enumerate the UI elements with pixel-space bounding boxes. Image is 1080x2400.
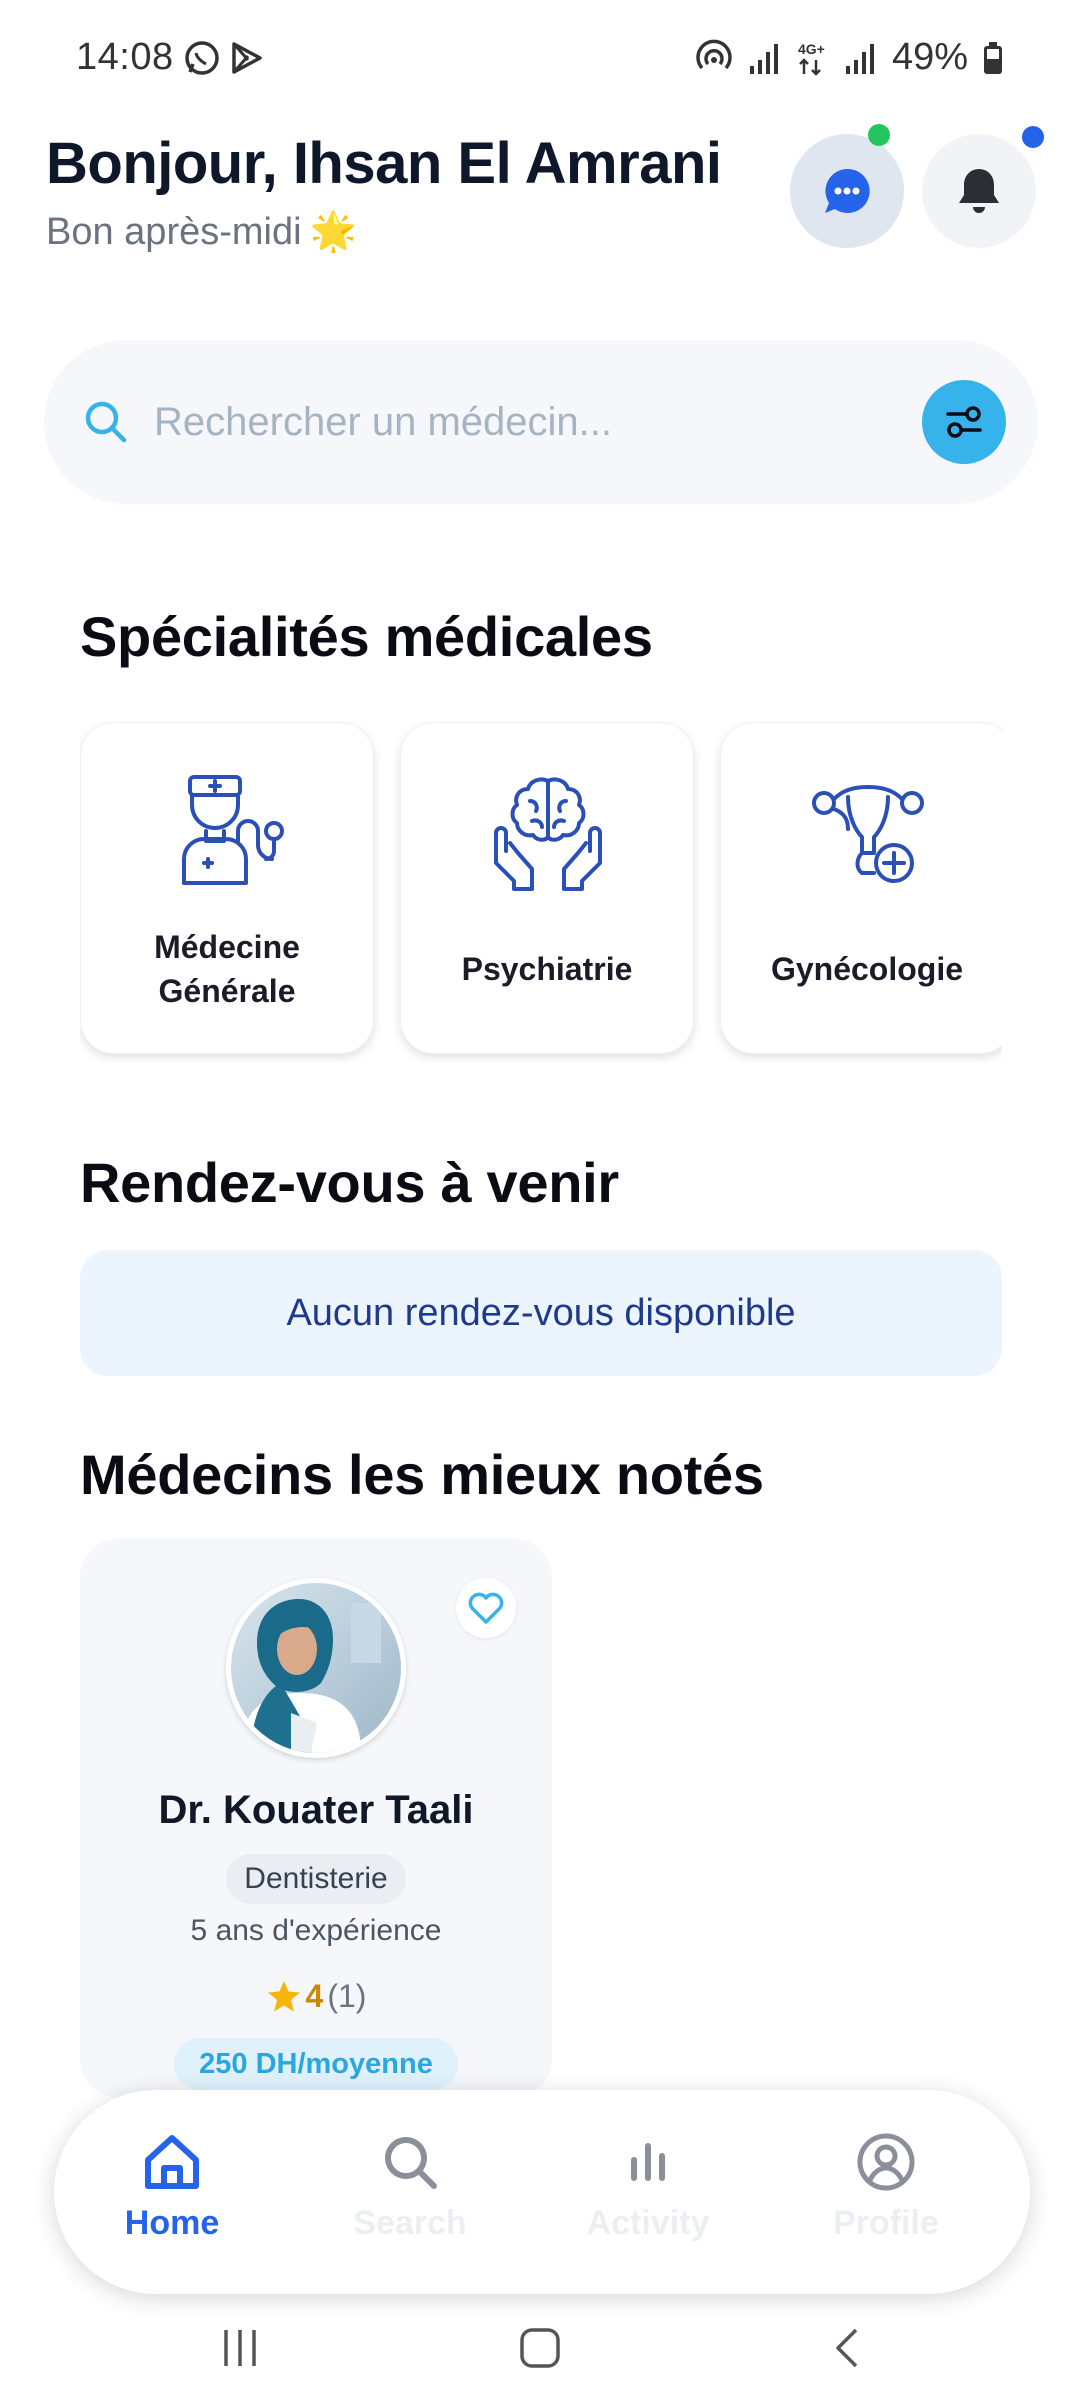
nav-label: Search	[353, 2204, 467, 2242]
nav-profile[interactable]: Profile	[796, 2130, 976, 2270]
signal-icon	[845, 43, 874, 74]
nav-label: Home	[124, 2204, 220, 2242]
play-store-icon	[232, 42, 262, 74]
specialty-card-general[interactable]: Médecine Générale	[80, 722, 374, 1054]
brain-hands-icon	[494, 777, 602, 891]
specialties-title: Spécialités médicales	[80, 605, 653, 668]
heart-icon	[468, 1592, 504, 1624]
doctor-experience: 5 ans d'expérience	[190, 1914, 442, 1947]
favorite-button[interactable]	[456, 1578, 516, 1638]
subgreeting-text: Bon après-midi	[46, 210, 302, 253]
svg-text:4G+: 4G+	[798, 41, 825, 57]
online-status-dot	[868, 124, 890, 146]
doctor-specialty-badge: Dentisterie	[226, 1854, 406, 1904]
specialty-label: Psychiatrie	[461, 951, 633, 987]
doctor-price-badge: 250 DH/moyenne	[174, 2038, 458, 2090]
signal-icon	[749, 43, 778, 74]
chat-bubble-icon	[825, 168, 870, 213]
back-icon[interactable]	[826, 2326, 870, 2370]
system-navigation-bar	[0, 2300, 1080, 2400]
recent-apps-icon[interactable]	[218, 2326, 262, 2370]
4g-icon: 4G+	[798, 41, 825, 76]
filter-sliders-icon	[946, 406, 982, 438]
home-button-icon[interactable]	[518, 2326, 562, 2370]
appointments-empty-state: Aucun rendez-vous disponible	[80, 1250, 1002, 1376]
doctor-name: Dr. Kouater Taali	[158, 1788, 474, 1832]
nav-search[interactable]: Search	[320, 2130, 500, 2270]
search-input[interactable]	[154, 390, 914, 454]
specialty-card-psychiatry[interactable]: Psychiatrie	[400, 722, 694, 1054]
home-icon	[145, 2135, 199, 2189]
bell-icon	[959, 169, 999, 213]
doctor-rating: 4 (1)	[80, 1978, 552, 2015]
sparkle-emoji: 🌟	[309, 211, 357, 253]
nav-label: Activity	[586, 2204, 710, 2242]
notification-dot	[1022, 126, 1044, 148]
nav-home[interactable]: Home	[82, 2130, 262, 2270]
status-bar: 14:08 4G+ 49%	[0, 0, 1080, 118]
doctor-avatar	[226, 1578, 406, 1758]
top-doctors-title: Médecins les mieux notés	[80, 1443, 764, 1506]
greeting-title: Bonjour, Ihsan El Amrani	[46, 131, 722, 196]
battery-level: 49%	[891, 36, 968, 78]
hotspot-icon	[696, 39, 732, 69]
uterus-cross-icon	[812, 785, 924, 883]
bottom-navigation: Home Search Activity Profile	[54, 2090, 1030, 2294]
status-time: 14:08	[76, 36, 174, 78]
rating-value: 4	[305, 1978, 324, 2014]
search-bar	[44, 340, 1038, 504]
rating-count: (1)	[327, 1978, 367, 2014]
notifications-button[interactable]	[922, 134, 1036, 248]
filter-button[interactable]	[922, 380, 1006, 464]
search-icon	[85, 401, 127, 443]
doctor-card[interactable]: Dr. Kouater Taali Dentisterie 5 ans d'ex…	[80, 1538, 552, 2098]
messages-button[interactable]	[790, 134, 904, 248]
star-icon	[267, 1980, 300, 2011]
specialty-label: Gynécologie	[770, 951, 964, 987]
appointments-title: Rendez-vous à venir	[80, 1151, 619, 1214]
greeting-subtitle: Bon après-midi 🌟	[46, 210, 357, 254]
battery-icon	[984, 41, 1002, 74]
whatsapp-icon	[185, 41, 219, 75]
search-icon	[385, 2137, 437, 2189]
nav-label: Profile	[833, 2204, 939, 2242]
specialty-label: Médecine Générale	[154, 929, 300, 1009]
doctor-stethoscope-icon	[182, 775, 284, 885]
specialties-carousel[interactable]: Médecine Générale Psychiatrie Gynécologi…	[80, 722, 1002, 1062]
specialty-card-gynecology[interactable]: Gynécologie	[720, 722, 1002, 1054]
activity-icon	[631, 2143, 665, 2181]
profile-icon	[857, 2133, 915, 2191]
nav-activity[interactable]: Activity	[558, 2130, 738, 2270]
